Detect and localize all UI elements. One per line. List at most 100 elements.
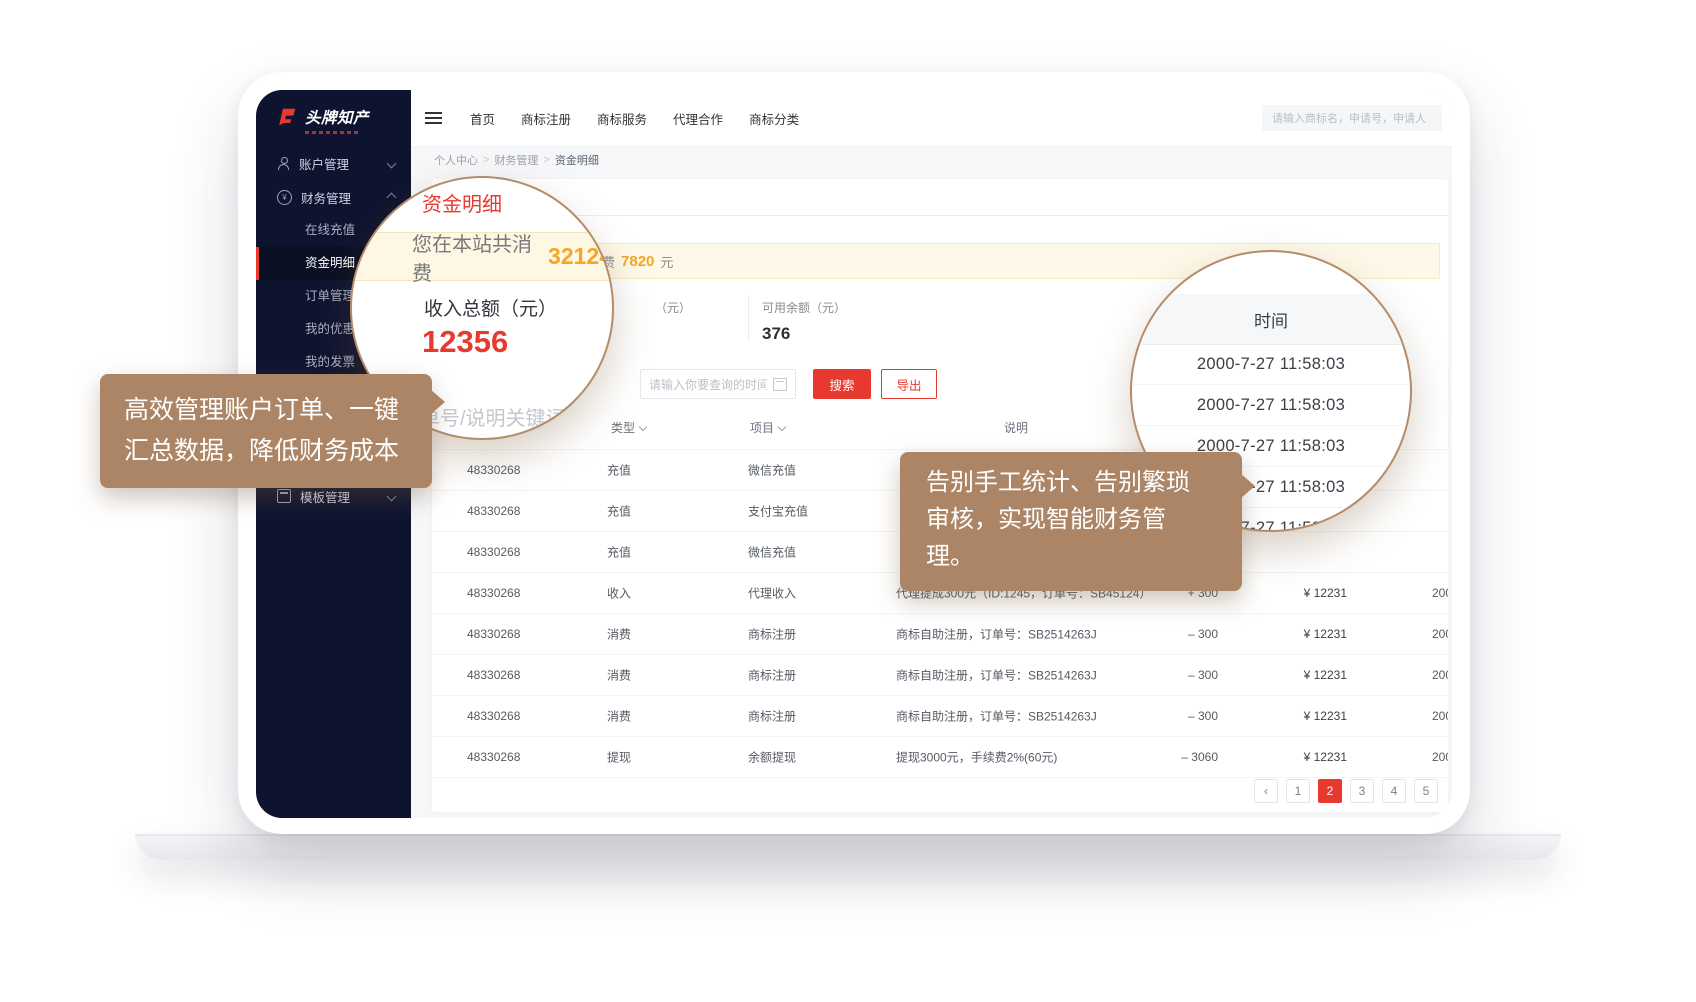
banner-amount: 7820 (621, 253, 654, 270)
stat-middle-label-fragment: （元） (655, 299, 691, 316)
sidebar-item-account[interactable]: 账户管理 (256, 146, 411, 180)
pagination-page[interactable]: 5 (1414, 779, 1438, 803)
search-input[interactable]: 请输入商标名，申请号，申请人 (1262, 105, 1442, 131)
export-button[interactable]: 导出 (881, 369, 937, 399)
laptop-base (135, 834, 1561, 860)
column-header-project[interactable]: 项目 (750, 419, 785, 436)
type-cell: 充值 (607, 462, 631, 479)
menu-icon[interactable] (425, 109, 442, 127)
finance-icon (277, 190, 292, 205)
order-number-cell: 48330268 (467, 545, 520, 559)
search-button[interactable]: 搜索 (813, 369, 871, 399)
magnified-income-value: 12356 (422, 324, 508, 360)
breadcrumb-separator: > (483, 154, 489, 166)
type-cell: 充值 (607, 503, 631, 520)
stat-label: 可用余额（元） (762, 299, 846, 316)
magnified-time-row: 2000-7-27 11:58:03 (1132, 344, 1410, 385)
time-cell: 2000-7-27 11:58:03 (1432, 668, 1448, 682)
logo-subtext (305, 131, 361, 134)
order-number-cell: 48330268 (467, 586, 520, 600)
pagination-page[interactable]: 1 (1286, 779, 1310, 803)
callout-text-line: 高效管理账户订单、一键 (124, 390, 408, 431)
type-cell: 收入 (607, 585, 631, 602)
balance-cell: ¥ 12231 (1232, 627, 1347, 641)
topnav-item[interactable]: 商标注册 (521, 109, 571, 128)
topnav-item[interactable]: 代理合作 (673, 109, 723, 128)
magnified-income-label: 收入总额（元） (424, 294, 557, 321)
topnav-item[interactable]: 首页 (470, 109, 495, 128)
type-cell: 提现 (607, 749, 631, 766)
magnified-banner-amount: 32124 (548, 243, 612, 270)
topnav-item[interactable]: 商标分类 (749, 109, 799, 128)
sidebar-item-label: 账户管理 (299, 154, 379, 173)
banner-unit: 元 (660, 252, 673, 271)
brand-logo-icon (276, 106, 298, 128)
search-placeholder: 请输入商标名，申请号，申请人 (1272, 110, 1426, 126)
column-label: 项目 (750, 421, 774, 435)
breadcrumb-current: 资金明细 (555, 152, 599, 168)
column-header-type[interactable]: 类型 (611, 419, 646, 436)
chevron-up-icon (387, 192, 397, 202)
type-cell: 消费 (607, 708, 631, 725)
balance-cell: ¥ 12231 (1232, 750, 1347, 764)
breadcrumb: 个人中心 > 财务管理 > 资金明细 (411, 147, 1452, 173)
card-tabs: 资金明细 (432, 179, 1448, 216)
column-label: 说明 (1004, 421, 1028, 435)
description-cell: 商标自助注册，订单号：SB2514263J (896, 667, 1097, 684)
date-range-input[interactable]: 请输入你要查询的时间 (640, 369, 796, 399)
breadcrumb-finance[interactable]: 财务管理 (494, 152, 538, 168)
magnified-time-row: 2000-7-27 11:58:03 (1132, 385, 1410, 426)
time-cell: 2000-7-27 11:58:03 (1432, 750, 1448, 764)
pagination-prev[interactable]: ‹ (1254, 779, 1278, 803)
date-placeholder: 请输入你要查询的时间 (649, 376, 767, 393)
description-cell: 商标自助注册，订单号：SB2514263J (896, 626, 1097, 643)
magnified-banner: 您在本站共消费 32124 (352, 232, 612, 281)
order-number-cell: 48330268 (467, 668, 520, 682)
project-cell: 支付宝充值 (748, 503, 808, 520)
topbar: 首页 商标注册 商标服务 代理合作 商标分类 请输入商标名，申请号，申请人 (411, 90, 1452, 147)
breadcrumb-home[interactable]: 个人中心 (434, 152, 478, 168)
stat-value: 376 (762, 324, 846, 344)
column-label: 类型 (611, 421, 635, 435)
sidebar-item-finance[interactable]: 财务管理 (256, 180, 411, 214)
table-row: 48330268消费商标注册商标自助注册，订单号：SB2514263J– 300… (432, 695, 1448, 736)
topnav-item[interactable]: 商标服务 (597, 109, 647, 128)
callout-arrow-icon (431, 390, 445, 414)
amount-cell: – 300 (1122, 709, 1218, 723)
time-cell: 2000-7-27 11:58:03 (1432, 627, 1448, 641)
amount-cell: – 3060 (1122, 750, 1218, 764)
order-number-cell: 48330268 (467, 463, 520, 477)
time-cell: 2000-7-27 11:58:03 (1432, 709, 1448, 723)
description-cell: 商标自助注册，订单号：SB2514263J (896, 708, 1097, 725)
sort-caret-icon (778, 423, 786, 431)
callout-text-line: 审核，实现智能财务管 (926, 501, 1216, 538)
project-cell: 微信充值 (748, 462, 796, 479)
topnav: 首页 商标注册 商标服务 代理合作 商标分类 (470, 109, 799, 128)
amount-cell: – 300 (1122, 627, 1218, 641)
logo[interactable]: 头牌知产 (256, 90, 411, 128)
project-cell: 微信充值 (748, 544, 796, 561)
table-row: 48330268消费商标注册商标自助注册，订单号：SB2514263J– 300… (432, 654, 1448, 695)
breadcrumb-separator: > (543, 154, 549, 166)
pagination-page[interactable]: 3 (1350, 779, 1374, 803)
order-number-cell: 48330268 (467, 504, 520, 518)
amount-cell: – 300 (1122, 668, 1218, 682)
stat-divider (748, 295, 749, 341)
calendar-icon[interactable] (773, 378, 787, 391)
order-number-cell: 48330268 (467, 627, 520, 641)
balance-cell: ¥ 12231 (1232, 668, 1347, 682)
callout-left: 高效管理账户订单、一键 汇总数据，降低财务成本 (100, 374, 432, 488)
callout-text-line: 理。 (926, 538, 1216, 575)
stat-available-balance: 可用余额（元） 376 (762, 299, 846, 344)
sidebar-item-label: 模板管理 (300, 487, 379, 506)
column-header-desc: 说明 (1004, 419, 1028, 436)
pagination-page[interactable]: 2 (1318, 779, 1342, 803)
magnified-banner-prefix: 您在本站共消费 (412, 228, 540, 286)
balance-cell: ¥ 12231 (1232, 586, 1347, 600)
project-cell: 商标注册 (748, 667, 796, 684)
type-cell: 消费 (607, 626, 631, 643)
template-icon (277, 489, 291, 503)
pagination-page[interactable]: 4 (1382, 779, 1406, 803)
magnified-tab-fragment: 资金明细 (422, 188, 502, 217)
table-row: 48330268消费商标注册商标自助注册，订单号：SB2514263J– 300… (432, 613, 1448, 654)
